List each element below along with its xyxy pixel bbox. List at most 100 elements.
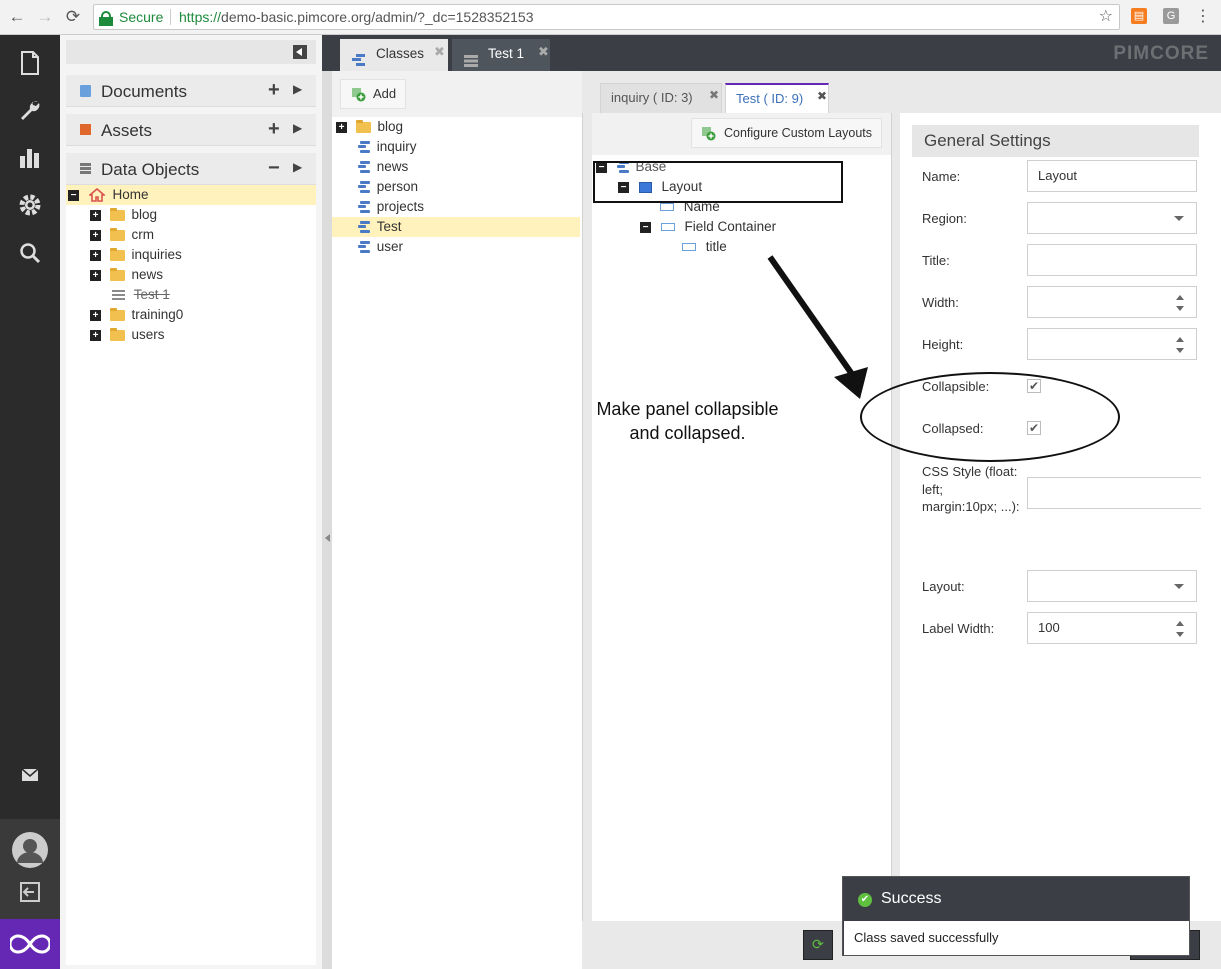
layout-node-label: title <box>705 239 727 254</box>
subtab-inquiry[interactable]: inquiry ( ID: 3) ✖ <box>600 83 722 113</box>
class-item-inquiry[interactable]: inquiry <box>358 137 417 157</box>
layout-select[interactable] <box>1027 570 1197 602</box>
width-input[interactable] <box>1027 286 1197 318</box>
class-folder-blog[interactable]: + blog <box>336 117 403 137</box>
browser-menu-icon[interactable]: ⋮ <box>1192 6 1214 28</box>
class-subtabs: inquiry ( ID: 3) ✖ Test ( ID: 9) ✖ <box>582 71 1221 113</box>
tree-item-label: news <box>131 267 164 282</box>
bookmark-star-icon[interactable]: ☆ <box>1099 5 1113 29</box>
title-input[interactable] <box>1027 244 1197 276</box>
tree-item-news[interactable]: + news <box>90 265 163 285</box>
class-label: Test <box>376 219 402 234</box>
expand-toggle[interactable]: + <box>90 309 101 321</box>
add-asset-button[interactable]: + <box>268 118 280 141</box>
file-icon[interactable] <box>16 49 44 77</box>
class-item-person[interactable]: person <box>358 177 418 197</box>
class-editor: inquiry ( ID: 3) ✖ Test ( ID: 9) ✖ Confi… <box>582 71 1221 969</box>
reload-icon[interactable]: ⟳ <box>62 6 84 28</box>
tree-item-label: Home <box>112 187 149 202</box>
classes-panel: Add + blog inquiry news person projects … <box>332 71 582 969</box>
tree-item-blog[interactable]: + blog <box>90 205 157 225</box>
css-style-input[interactable] <box>1027 477 1201 509</box>
folder-icon <box>355 119 371 133</box>
tree-item-home[interactable]: − Home <box>66 185 316 205</box>
close-tab-icon[interactable]: ✖ <box>538 37 549 67</box>
accordion-label: Data Objects <box>101 160 200 179</box>
tab-classes[interactable]: Classes ✖ <box>340 39 448 71</box>
configure-custom-layouts-button[interactable]: Configure Custom Layouts <box>691 118 882 148</box>
class-item-test[interactable]: Test <box>332 217 580 237</box>
object-tree: − Home + blog + crm + inquiries + news T… <box>66 185 316 965</box>
tree-item-test-1[interactable]: Test 1 <box>112 285 170 305</box>
wrench-icon[interactable] <box>16 96 44 124</box>
nav-panel-header <box>66 40 316 64</box>
class-icon <box>358 140 370 154</box>
logout-icon[interactable] <box>16 878 44 906</box>
add-document-button[interactable]: + <box>268 79 280 102</box>
folder-icon <box>109 267 125 281</box>
notification-title: Success <box>881 890 942 907</box>
grammar-extension-icon[interactable]: G <box>1163 8 1179 24</box>
tree-item-users[interactable]: + users <box>90 325 165 345</box>
browser-toolbar: ← → ⟳ Secure https://demo-basic.pimcore.… <box>0 0 1221 35</box>
class-item-projects[interactable]: projects <box>358 197 424 217</box>
subtab-test[interactable]: Test ( ID: 9) ✖ <box>725 83 829 113</box>
collapse-objects-button[interactable]: − <box>268 157 280 180</box>
add-class-button[interactable]: Add <box>340 79 406 109</box>
reload-button[interactable]: ⟳ <box>803 930 833 960</box>
divider <box>582 71 583 969</box>
height-input[interactable] <box>1027 328 1197 360</box>
layout-node-field-container[interactable]: − Field Container <box>640 217 776 237</box>
collapse-toggle[interactable]: − <box>640 221 651 233</box>
title-label: Title: <box>922 253 950 268</box>
address-bar[interactable]: Secure https://demo-basic.pimcore.org/ad… <box>93 4 1120 30</box>
tree-item-label: Test 1 <box>133 287 170 302</box>
gear-icon[interactable] <box>16 191 44 219</box>
tree-item-inquiries[interactable]: + inquiries <box>90 245 182 265</box>
close-tab-icon[interactable]: ✖ <box>434 37 445 67</box>
avatar[interactable] <box>11 831 49 869</box>
expand-toggle[interactable]: + <box>90 269 101 281</box>
layout-node-title[interactable]: title <box>682 237 727 257</box>
expand-toggle[interactable]: + <box>90 329 101 341</box>
accordion-assets[interactable]: Assets + ▶ <box>66 114 316 146</box>
expand-toggle[interactable]: + <box>90 209 101 221</box>
search-icon[interactable] <box>16 239 44 267</box>
tree-item-crm[interactable]: + crm <box>90 225 154 245</box>
annotation-arrow-icon <box>767 255 868 399</box>
panel-splitter[interactable] <box>891 113 900 921</box>
close-tab-icon[interactable]: ✖ <box>817 82 827 110</box>
input-field-icon <box>682 243 696 252</box>
chart-icon[interactable] <box>16 143 44 171</box>
name-input[interactable]: Layout <box>1027 160 1197 192</box>
class-item-user[interactable]: user <box>358 237 403 257</box>
accordion-data-objects[interactable]: Data Objects − ▶ <box>66 153 316 185</box>
expand-arrow-icon[interactable]: ▶ <box>293 82 302 96</box>
class-item-news[interactable]: news <box>358 157 408 177</box>
expand-arrow-icon[interactable]: ▶ <box>293 121 302 135</box>
accordion-documents[interactable]: Documents + ▶ <box>66 75 316 107</box>
expand-toggle[interactable]: + <box>336 121 347 133</box>
splitter-arrow-icon <box>325 534 330 542</box>
folder-icon <box>109 207 125 221</box>
mail-icon[interactable] <box>16 761 44 789</box>
expand-toggle[interactable]: + <box>90 249 101 261</box>
layout-label: Layout: <box>922 579 965 594</box>
collapse-toggle[interactable]: − <box>68 189 79 201</box>
panel-splitter[interactable] <box>322 71 332 969</box>
expand-arrow-icon[interactable]: ▶ <box>293 160 302 174</box>
tree-item-label: crm <box>131 227 155 242</box>
accordion-label: Documents <box>101 82 187 101</box>
extension-icon[interactable]: ▤ <box>1131 8 1147 24</box>
region-select[interactable] <box>1027 202 1197 234</box>
url-text: https://demo-basic.pimcore.org/admin/?_d… <box>179 9 534 25</box>
tab-test-1[interactable]: Test 1 ✖ <box>452 39 550 71</box>
close-tab-icon[interactable]: ✖ <box>709 81 719 109</box>
back-icon[interactable]: ← <box>6 6 28 28</box>
expand-toggle[interactable]: + <box>90 229 101 241</box>
tree-item-training0[interactable]: + training0 <box>90 305 183 325</box>
forward-icon[interactable]: → <box>34 6 56 28</box>
url-divider <box>170 9 171 25</box>
label-width-input[interactable]: 100 <box>1027 612 1197 644</box>
input-field-icon <box>660 203 674 212</box>
